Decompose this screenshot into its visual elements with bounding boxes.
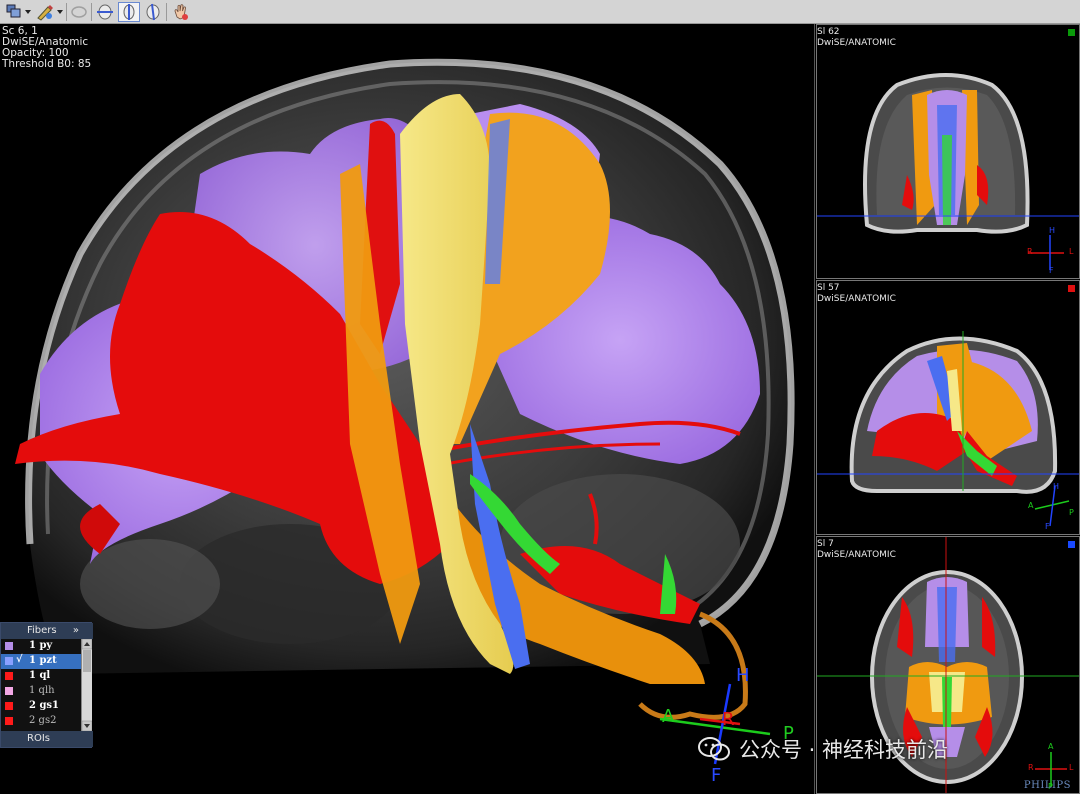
fiber-label: 1 py [29,640,53,651]
axis-label: F [1049,266,1054,275]
watermark: 公众号 · 神经科技前沿 [697,734,948,764]
fiber-color-swatch[interactable] [5,657,13,665]
pencil-icon[interactable] [34,2,56,22]
fiber-check-mark[interactable]: √ [16,654,23,665]
fiber-label: 1 qlh [29,685,55,696]
wechat-icon [698,737,730,761]
head-sagittal-icon[interactable] [118,2,140,22]
axis-label: H [1053,482,1060,491]
rois-panel-title: ROIs [27,733,50,744]
axis-label: P [1069,508,1074,517]
head-axial-icon[interactable] [94,2,116,22]
toolbar-separator [91,3,92,21]
fiber-color-swatch[interactable] [5,702,13,710]
chevron-down-icon[interactable] [24,2,32,22]
axis-label: L [1069,247,1074,256]
fiber-list-item[interactable]: 1 ql [1,669,81,684]
fiber-list-item[interactable]: 1 py [1,639,81,654]
fiber-label: 1 pzt [29,655,57,666]
fiber-color-swatch[interactable] [5,672,13,680]
axis-label-f: F [711,765,722,786]
fiber-list-item[interactable]: 1 qlh [1,684,81,699]
axis-label: H [1049,226,1056,235]
rois-panel-header[interactable]: ROIs [1,731,93,747]
fiber-color-swatch[interactable] [5,642,13,650]
tractography-render [15,58,795,765]
coronal-view[interactable]: Sl 62 DwiSE/ANATOMIC H R L F [816,24,1080,279]
toolbar-separator [166,3,167,21]
fiber-list-item[interactable]: √ 1 pzt [1,654,81,669]
ellipse-icon[interactable] [68,2,90,22]
fibers-panel-title: Fibers [27,625,57,636]
fiber-list-item[interactable]: 2 gs1 [1,699,81,714]
brand-logo: PHILIPS [1023,780,1071,791]
toolbar [0,0,1080,24]
fiber-label: 1 ql [29,670,51,681]
axis-label: A [1028,501,1034,510]
coronal-image [817,73,1079,270]
layout-icon[interactable] [4,2,24,22]
axis-label-a: A [662,706,675,727]
fiber-color-swatch[interactable] [5,687,13,695]
fiber-label: 2 gs1 [29,700,60,711]
head-coronal-icon[interactable] [142,2,164,22]
hand-icon[interactable] [170,2,192,22]
toolbar-separator [66,3,67,21]
view-info-line: Threshold B0: 85 [2,58,92,70]
expand-icon[interactable]: » [73,623,79,639]
fibers-panel: Fibers » 1 py √ 1 pzt 1 ql 1 qlh 2 gs1 2 gs2 R… [0,622,93,748]
fiber-list-scrollbar[interactable] [81,638,93,732]
axis-label-r: R [722,709,735,730]
sagittal-image [817,331,1079,527]
axis-label-h: H [736,665,750,686]
axis-label: R [1028,763,1034,772]
fiber-color-swatch[interactable] [5,717,13,725]
watermark-text: 公众号 · 神经科技前沿 [739,738,949,762]
main-3d-view[interactable]: Sc 6, 1 DwiSE/Anatomic Opacity: 100 Thre… [0,24,815,794]
axis-label: A [1048,742,1054,751]
fibers-panel-header[interactable]: Fibers » [1,623,93,639]
fiber-label: 2 gs2 [29,715,57,726]
axis-label: F [1045,522,1050,531]
chevron-down-icon[interactable] [56,2,64,22]
axis-label: R [1027,247,1033,256]
fiber-list-item[interactable]: 2 gs2 [1,714,81,729]
axis-label: L [1069,763,1074,772]
sagittal-view[interactable]: Sl 57 DwiSE/ANATOMIC H A P F [816,280,1080,535]
